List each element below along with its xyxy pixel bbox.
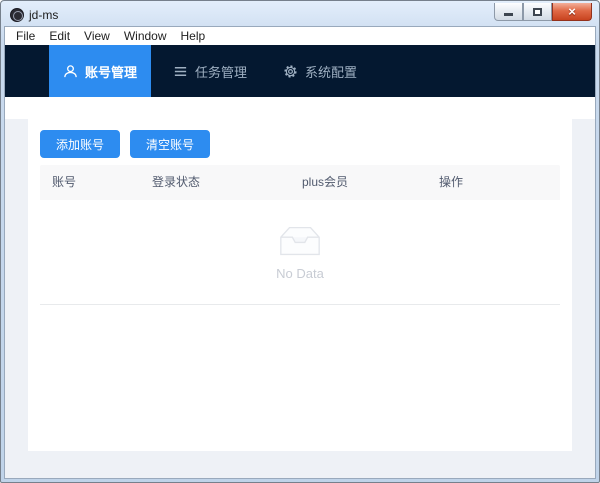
maximize-icon <box>533 7 542 16</box>
maximize-button[interactable] <box>523 3 552 21</box>
window-controls: × <box>494 3 592 21</box>
client-area: File Edit View Window Help 账号管理 任务管理 系统配… <box>4 26 596 479</box>
menu-item-view[interactable]: View <box>77 27 117 45</box>
account-panel: 添加账号 清空账号 账号 登录状态 plus会员 操作 No Data <box>28 119 572 451</box>
tab-system-config[interactable]: 系统配置 <box>269 45 371 97</box>
menu-item-edit[interactable]: Edit <box>42 27 77 45</box>
column-header-login-status: 登录状态 <box>152 175 201 189</box>
user-icon <box>64 64 77 77</box>
account-table: 账号 登录状态 plus会员 操作 No Data <box>40 165 560 305</box>
add-account-button[interactable]: 添加账号 <box>40 130 121 158</box>
tab-label: 系统配置 <box>305 64 358 80</box>
table-header-row: 账号 登录状态 plus会员 操作 <box>40 165 560 200</box>
empty-box-icon <box>280 226 320 255</box>
tab-label: 账号管理 <box>85 64 138 80</box>
column-header-plus-member: plus会员 <box>302 175 349 189</box>
empty-text: No Data <box>276 265 324 281</box>
toolbar: 添加账号 清空账号 <box>40 130 560 158</box>
tab-task-management[interactable]: 任务管理 <box>159 45 261 97</box>
main-content: 添加账号 清空账号 账号 登录状态 plus会员 操作 No Data <box>5 119 595 478</box>
close-button[interactable]: × <box>552 3 592 21</box>
menu-bar: File Edit View Window Help <box>5 27 595 45</box>
clear-account-button[interactable]: 清空账号 <box>130 130 211 158</box>
close-icon: × <box>568 4 576 19</box>
gear-icon <box>284 64 297 78</box>
tab-label: 任务管理 <box>195 64 248 80</box>
menu-item-file[interactable]: File <box>9 27 42 45</box>
window-frame: jd-ms × File Edit View Window Help 账号管理 … <box>0 0 600 483</box>
menu-item-window[interactable]: Window <box>117 27 174 45</box>
column-header-account: 账号 <box>52 175 77 189</box>
minimize-button[interactable] <box>494 3 523 21</box>
menu-item-help[interactable]: Help <box>174 27 213 45</box>
nav-bar: 账号管理 任务管理 系统配置 <box>5 45 595 97</box>
table-empty-state: No Data <box>40 200 560 305</box>
tab-account-management[interactable]: 账号管理 <box>49 45 152 97</box>
app-icon <box>10 8 24 22</box>
minimize-icon <box>504 13 513 16</box>
list-icon <box>174 66 187 76</box>
window-title: jd-ms <box>29 8 59 22</box>
title-bar[interactable]: jd-ms × <box>4 3 596 26</box>
column-header-actions: 操作 <box>439 175 464 189</box>
